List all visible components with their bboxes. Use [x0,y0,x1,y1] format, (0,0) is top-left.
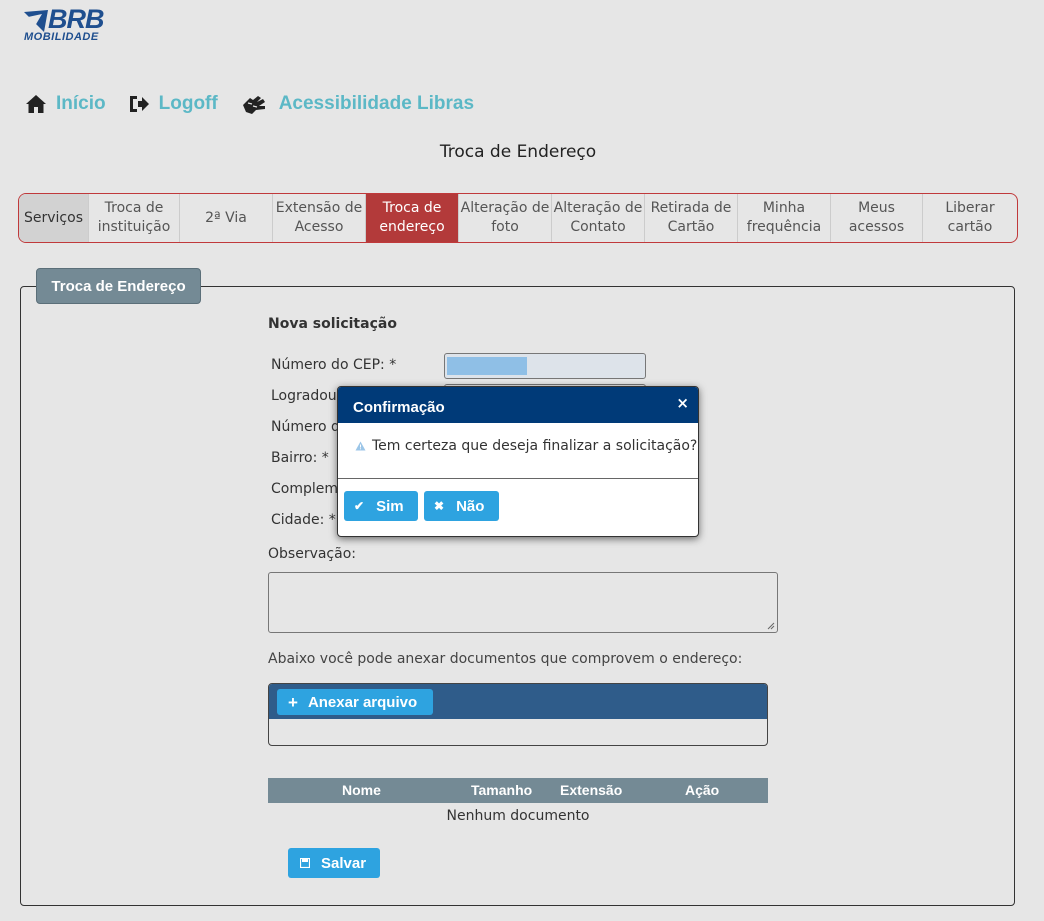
observacao-label: Observação: [268,546,356,562]
tab-retirada-cartao[interactable]: Retirada de Cartão [645,194,738,242]
tab-segunda-via[interactable]: 2ª Via [180,194,273,242]
check-icon: ✔ [354,499,365,513]
attach-file-button[interactable]: + Anexar arquivo [277,689,433,715]
dialog-title: Confirmação [353,399,445,416]
nav-logoff-label: Logoff [158,93,218,114]
documents-table-header: Nome Tamanho Extensão Ação [268,778,768,803]
home-icon [26,95,46,113]
dialog-divider [338,478,698,479]
close-icon[interactable]: × [676,394,689,412]
file-uploader: + Anexar arquivo [268,683,768,746]
cep-label: Número do CEP: * [271,357,397,373]
x-icon: ✖ [434,499,445,513]
nav-libras-label: Acessibilidade Libras [278,93,475,114]
section-title: Nova solicitação [268,316,397,332]
top-navigation: Início Logoff Acessibilidade Libras [25,90,496,118]
cep-input[interactable] [444,353,646,379]
tab-troca-instituicao[interactable]: Troca de instituição [89,194,180,242]
tab-alteracao-foto[interactable]: Alteração de foto [459,194,552,242]
complemento-label: Compleme [271,481,347,497]
no-button[interactable]: ✖ Não [424,491,499,521]
save-button[interactable]: Salvar [288,848,380,878]
warning-icon [355,441,366,451]
yes-button[interactable]: ✔ Sim [344,491,418,521]
plus-icon: + [288,692,298,712]
nav-inicio-label: Início [56,93,106,114]
tab-alteracao-contato[interactable]: Alteração de Contato [552,194,645,242]
bairro-label: Bairro: * [271,450,329,466]
dialog-message-text: Tem certeza que deseja finalizar a solic… [372,438,698,454]
panel-legend: Troca de Endereço [36,268,201,304]
no-button-label: Não [456,497,485,515]
empty-table-message: Nenhum documento [446,808,590,824]
uploader-toolbar: + Anexar arquivo [269,684,767,719]
tab-minha-frequencia[interactable]: Minha frequência [738,194,831,242]
dialog-message: Tem certeza que deseja finalizar a solic… [355,438,697,454]
nav-logoff[interactable]: Logoff [128,93,218,115]
save-icon [300,858,310,868]
save-button-label: Salvar [321,854,367,872]
resize-grip-icon[interactable] [767,622,775,630]
page-title: Troca de Endereço [439,142,597,162]
selected-text-highlight [447,357,527,375]
yes-button-label: Sim [376,497,404,515]
nav-acessibilidade-libras[interactable]: Acessibilidade Libras [240,93,474,115]
tab-servicos[interactable]: Serviços [19,194,89,242]
tab-meus-acessos[interactable]: Meus acessos [831,194,923,242]
brb-logo: BRB MOBILIDADE [22,4,132,46]
brand-subtitle: MOBILIDADE [24,31,99,43]
tab-liberar-cartao[interactable]: Liberar cartão [923,194,1017,242]
col-nome: Nome [342,782,381,798]
observacao-textarea[interactable] [268,572,778,633]
tab-extensao-acesso[interactable]: Extensão de Acesso [273,194,366,242]
col-acao: Ação [685,782,720,798]
col-extensao: Extensão [560,782,623,798]
col-tamanho: Tamanho [471,782,533,798]
numero-label: Número d [271,419,340,435]
cidade-label: Cidade: * [271,512,336,528]
attach-instructions: Abaixo você pode anexar documentos que c… [268,651,743,667]
tab-troca-endereco[interactable]: Troca de endereço [366,194,459,242]
service-tabs: Serviços Troca de instituição 2ª Via Ext… [18,193,1018,243]
confirmation-dialog: Confirmação × Tem certeza que deseja fin… [337,386,699,537]
nav-inicio[interactable]: Início [25,93,106,115]
logoff-icon [129,96,149,112]
sign-language-icon [242,96,265,114]
attach-file-label: Anexar arquivo [307,693,418,711]
